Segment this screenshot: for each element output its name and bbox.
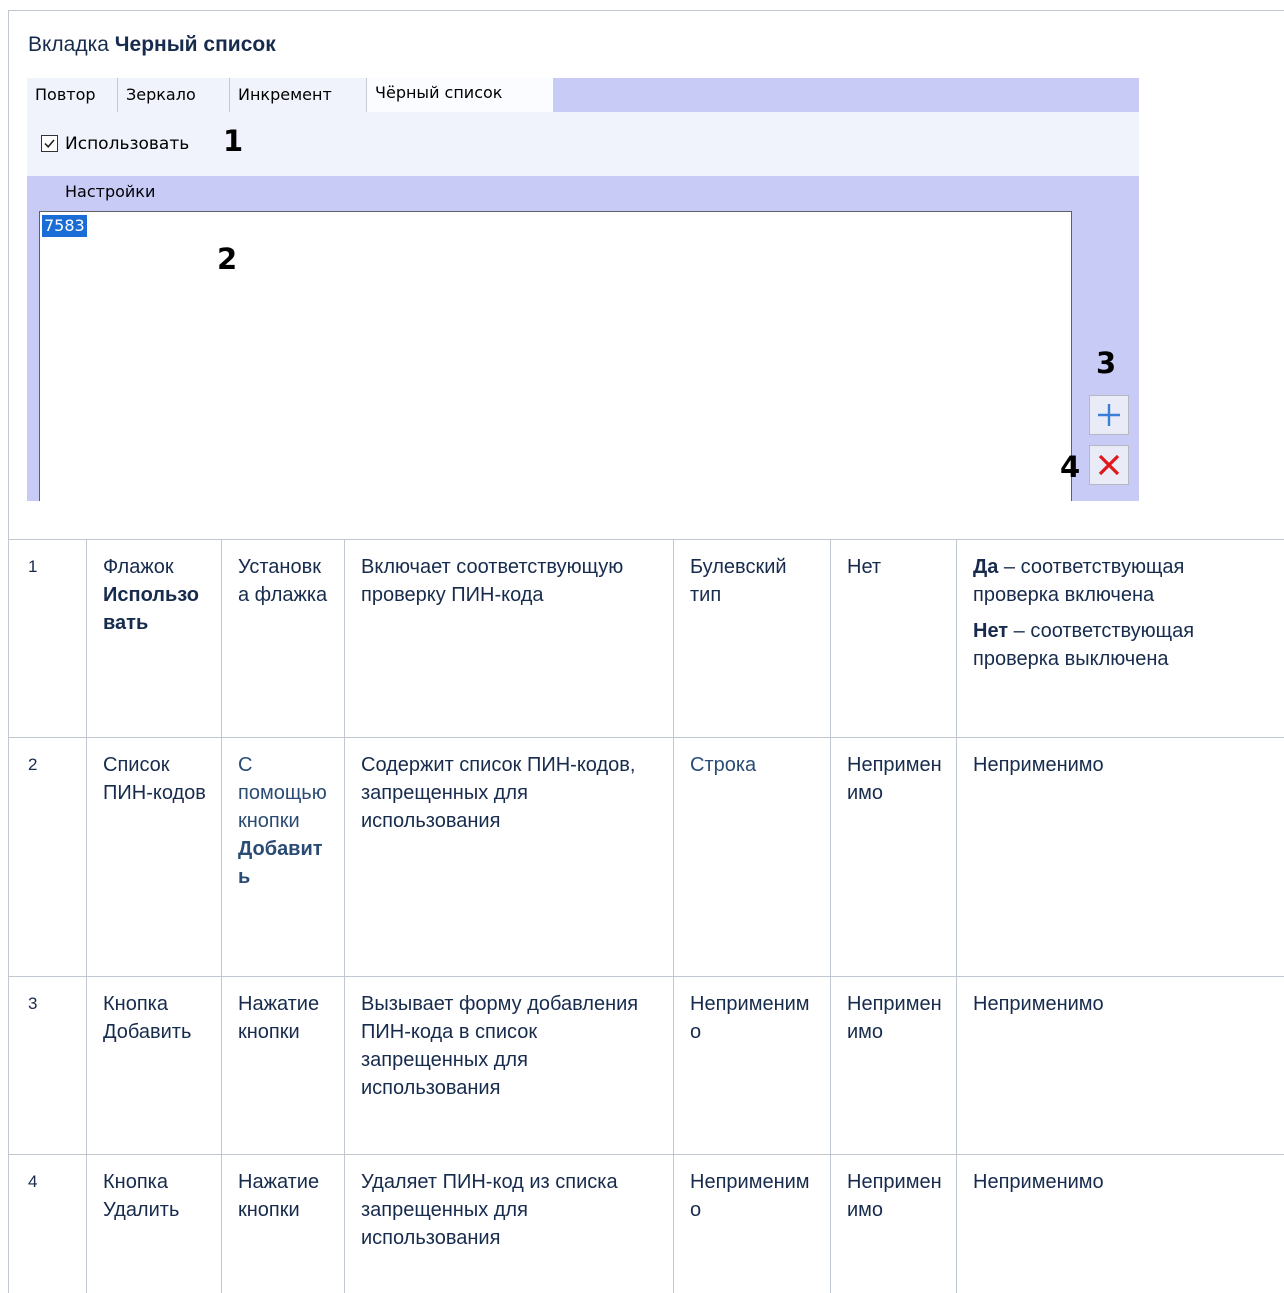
checkmark-icon <box>44 139 55 148</box>
value-type: Булевский тип <box>673 540 830 737</box>
set-method: Установка флажка <box>221 540 344 737</box>
default-value: Нет <box>830 540 956 737</box>
heading-prefix: Вкладка <box>28 33 109 56</box>
param-name: Список ПИН-кодов <box>86 738 221 976</box>
section-heading: Вкладка Черный список <box>28 33 276 57</box>
callout-1: 1 <box>223 124 244 158</box>
possible-values: Да – соответствующая проверка включена Н… <box>956 540 1284 737</box>
tab-repeat[interactable]: Повтор <box>27 78 118 112</box>
callout-4: 4 <box>1060 450 1081 484</box>
possible-values: Неприменимо <box>956 1155 1284 1293</box>
list-item[interactable]: 7583 <box>42 215 87 237</box>
description: Включает соответствующую проверку ПИН-ко… <box>344 540 673 737</box>
description: Вызывает форму добавления ПИН-кода в спи… <box>344 977 673 1154</box>
row-number: 1 <box>28 557 38 576</box>
row-number: 4 <box>28 1172 38 1191</box>
value-type: Неприменимо <box>673 977 830 1154</box>
description: Содержит список ПИН-кодов, запрещенных д… <box>344 738 673 976</box>
heading-bold: Черный список <box>114 33 276 56</box>
table-row: 1 Флажок Использовать Установка флажка В… <box>9 539 1284 737</box>
possible-values: Неприменимо <box>956 738 1284 976</box>
param-name: Кнопка Удалить <box>86 1155 221 1293</box>
default-value: Неприменимо <box>830 977 956 1154</box>
close-icon <box>1098 454 1120 476</box>
set-method: Нажатие кнопки <box>221 977 344 1154</box>
add-button-link[interactable]: С помощью кнопки <box>238 754 327 832</box>
description: Удаляет ПИН-код из списка запрещенных дл… <box>344 1155 673 1293</box>
possible-values: Неприменимо <box>956 977 1284 1154</box>
param-name-bold: Использовать <box>103 584 199 634</box>
param-name: Кнопка Добавить <box>86 977 221 1154</box>
string-type-link[interactable]: Строка <box>673 738 830 976</box>
tab-increment[interactable]: Инкремент <box>230 78 367 112</box>
row-number: 2 <box>28 755 38 774</box>
set-method: Нажатие кнопки <box>221 1155 344 1293</box>
callout-2: 2 <box>217 242 238 276</box>
add-button-link-bold[interactable]: Добавить <box>238 838 323 888</box>
table-row: 4 Кнопка Удалить Нажатие кнопки Удаляет … <box>9 1154 1284 1293</box>
tab-bar: Повтор Зеркало Инкремент Чёрный список <box>27 78 1139 112</box>
table-row: 3 Кнопка Добавить Нажатие кнопки Вызывае… <box>9 976 1284 1154</box>
default-value: Неприменимо <box>830 738 956 976</box>
use-checkbox[interactable] <box>41 135 58 152</box>
set-method[interactable]: С помощью кнопки Добавить <box>221 738 344 976</box>
use-checkbox-label: Использовать <box>65 134 190 154</box>
add-button[interactable] <box>1089 395 1129 435</box>
table-row: 2 Список ПИН-кодов С помощью кнопки Доба… <box>9 737 1284 976</box>
row-number: 3 <box>28 994 38 1013</box>
tab-blacklist[interactable]: Чёрный список <box>367 78 553 112</box>
pin-code-list[interactable]: 7583 <box>39 211 1072 501</box>
tab-mirror[interactable]: Зеркало <box>118 78 230 112</box>
value-false: Нет – соответствующая проверка выключена <box>973 620 1195 670</box>
dialog-screenshot: Повтор Зеркало Инкремент Чёрный список И… <box>27 78 1139 501</box>
param-name-prefix: Флажок <box>103 556 174 578</box>
value-true: Да – соответствующая проверка включена <box>973 556 1185 606</box>
value-type: Неприменимо <box>673 1155 830 1293</box>
screenshot-cell: Вкладка Черный список Повтор Зеркало Инк… <box>9 11 1284 539</box>
callout-3: 3 <box>1096 346 1117 380</box>
delete-button[interactable] <box>1089 445 1129 485</box>
settings-group-label: Настройки <box>65 182 156 201</box>
plus-icon <box>1098 404 1120 426</box>
default-value: Неприменимо <box>830 1155 956 1293</box>
param-name: Флажок Использовать <box>86 540 221 737</box>
